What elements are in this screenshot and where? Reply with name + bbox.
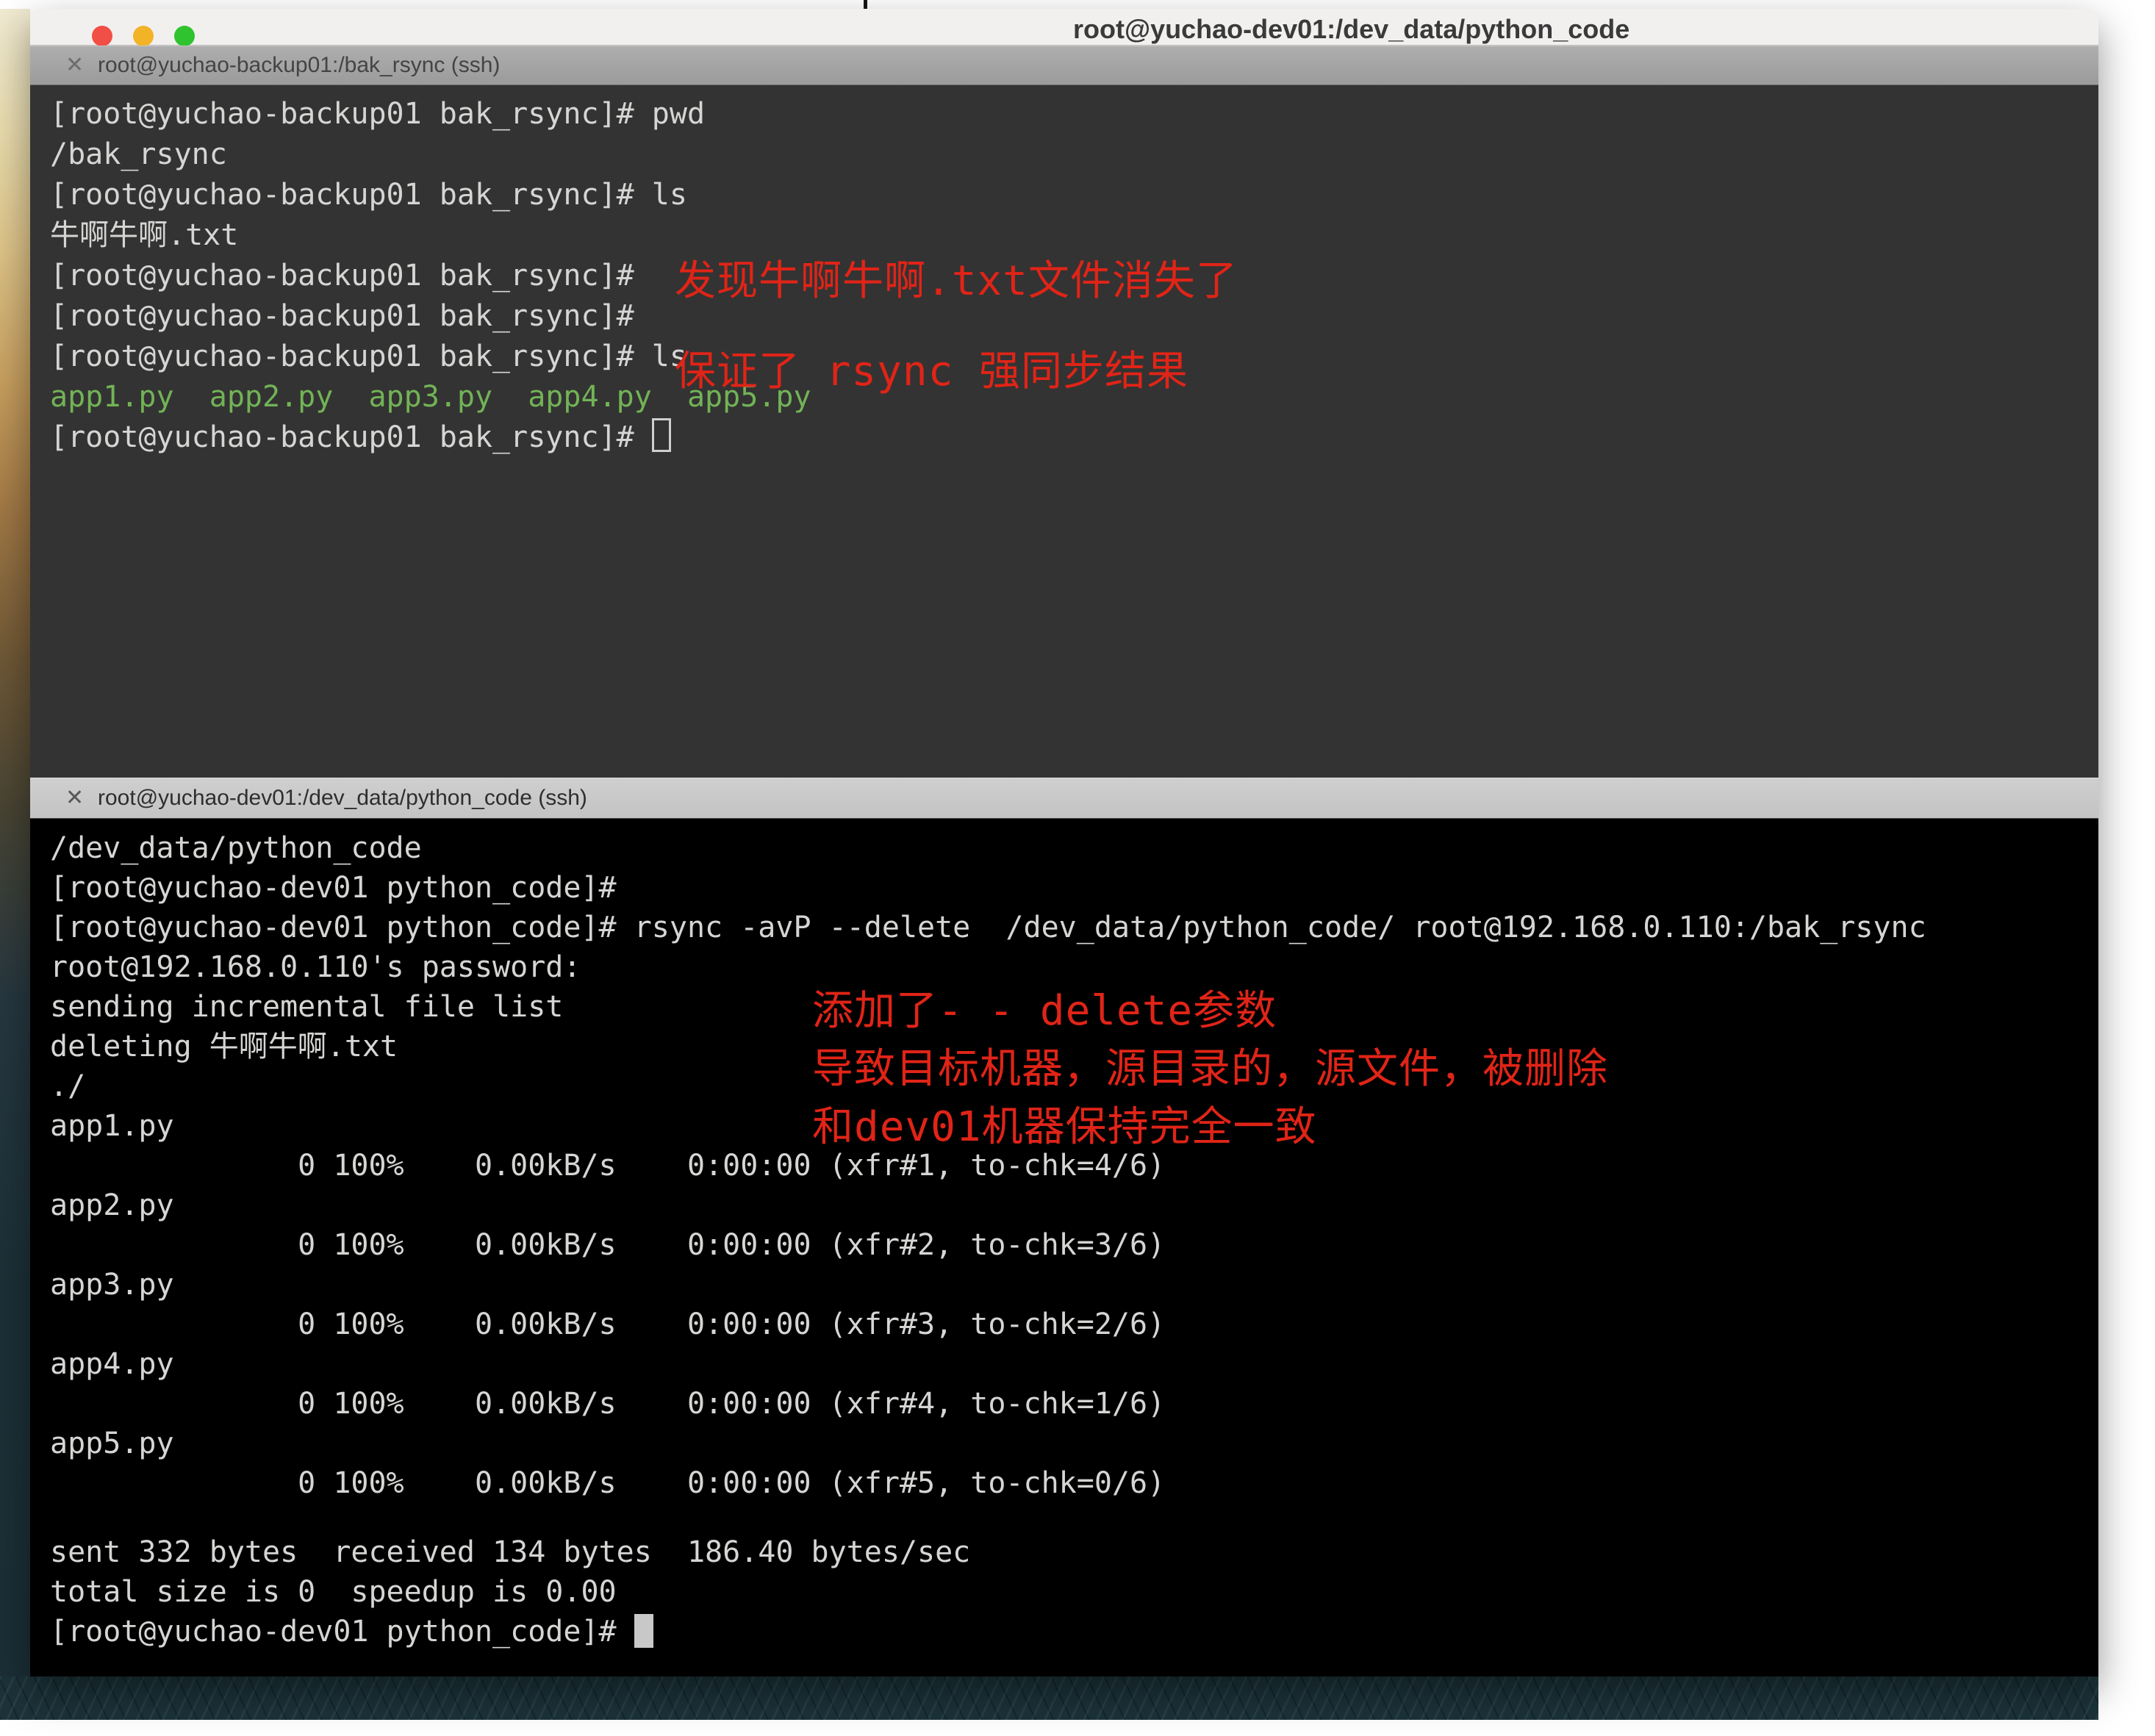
terminal-line: app5.py xyxy=(50,1424,2098,1463)
terminal-line-progress: 0 100% 0.00kB/s 0:00:00 (xfr#2, to-chk=3… xyxy=(50,1225,2098,1265)
terminal-line: app2.py xyxy=(50,1186,2098,1225)
terminal-line-transfer-summary: sent 332 bytes received 134 bytes 186.40… xyxy=(50,1532,2098,1572)
terminal-line: /dev_data/python_code xyxy=(50,828,2098,868)
close-tab-icon[interactable]: ✕ xyxy=(65,54,84,76)
terminal-backup01[interactable]: [root@yuchao-backup01 bak_rsync]# pwd /b… xyxy=(30,85,2098,778)
annotation-consistent: 和dev01机器保持完全一致 xyxy=(812,1098,1608,1156)
tab-label-backup01[interactable]: root@yuchao-backup01:/bak_rsync (ssh) xyxy=(98,53,500,78)
terminal-line: [root@yuchao-dev01 python_code]# xyxy=(50,868,2098,908)
terminal-line-size-summary: total size is 0 speedup is 0.00 xyxy=(50,1572,2098,1612)
minimize-window-button[interactable] xyxy=(133,26,154,46)
terminal-line-progress: 0 100% 0.00kB/s 0:00:00 (xfr#3, to-chk=2… xyxy=(50,1305,2098,1344)
pane2-tabbar: ✕ root@yuchao-dev01:/dev_data/python_cod… xyxy=(30,778,2098,819)
terminal-line-password-prompt: root@192.168.0.110's password: xyxy=(50,947,2098,987)
annotation-delete-effect: 导致目标机器，源目录的，源文件，被删除 xyxy=(812,1040,1608,1098)
terminal-line-blank xyxy=(50,1503,2098,1532)
terminal-line: [root@yuchao-backup01 bak_rsync]# pwd xyxy=(50,94,2098,134)
terminal-app-window: root@yuchao-dev01:/dev_data/python_code … xyxy=(30,9,2098,1676)
terminal-cursor xyxy=(634,1614,653,1648)
terminal-line: [root@yuchao-backup01 bak_rsync]# ls xyxy=(50,175,2098,215)
terminal-dev01[interactable]: /dev_data/python_code [root@yuchao-dev01… xyxy=(30,819,2098,1676)
menubar-remnant-tick xyxy=(864,0,867,9)
terminal-prompt-line: [root@yuchao-backup01 bak_rsync]# xyxy=(50,417,2098,458)
desktop-wallpaper-bottom-strip xyxy=(0,1676,2098,1720)
pane1-tabbar: ✕ root@yuchao-backup01:/bak_rsync (ssh) xyxy=(30,46,2098,85)
terminal-line-rsync-command: [root@yuchao-dev01 python_code]# rsync -… xyxy=(50,908,2098,947)
annotation-delete-block: 添加了- - delete参数 导致目标机器，源目录的，源文件，被删除 和dev… xyxy=(812,982,1608,1156)
maximize-window-button[interactable] xyxy=(174,26,195,46)
annotation-delete-param: 添加了- - delete参数 xyxy=(812,982,1608,1040)
terminal-line: app4.py xyxy=(50,1344,2098,1384)
terminal-line: app3.py xyxy=(50,1265,2098,1305)
desktop-wallpaper-left-strip xyxy=(0,9,30,1720)
tab-label-dev01[interactable]: root@yuchao-dev01:/dev_data/python_code … xyxy=(98,786,587,811)
annotation-sync-result: 保证了 rsync 强同步结果 xyxy=(675,338,1188,398)
close-window-button[interactable] xyxy=(92,26,112,46)
terminal-line-progress: 0 100% 0.00kB/s 0:00:00 (xfr#4, to-chk=1… xyxy=(50,1384,2098,1424)
terminal-line-progress: 0 100% 0.00kB/s 0:00:00 (xfr#5, to-chk=0… xyxy=(50,1463,2098,1503)
titlebar: root@yuchao-dev01:/dev_data/python_code xyxy=(30,9,2098,46)
window-title: root@yuchao-dev01:/dev_data/python_code xyxy=(1073,14,1629,45)
annotation-missing-file: 发现牛啊牛啊.txt文件消失了 xyxy=(675,248,1238,307)
terminal-line: /bak_rsync xyxy=(50,134,2098,175)
terminal-cursor xyxy=(652,418,671,452)
terminal-prompt-line: [root@yuchao-dev01 python_code]# xyxy=(50,1612,2098,1651)
close-tab-icon[interactable]: ✕ xyxy=(65,787,84,809)
